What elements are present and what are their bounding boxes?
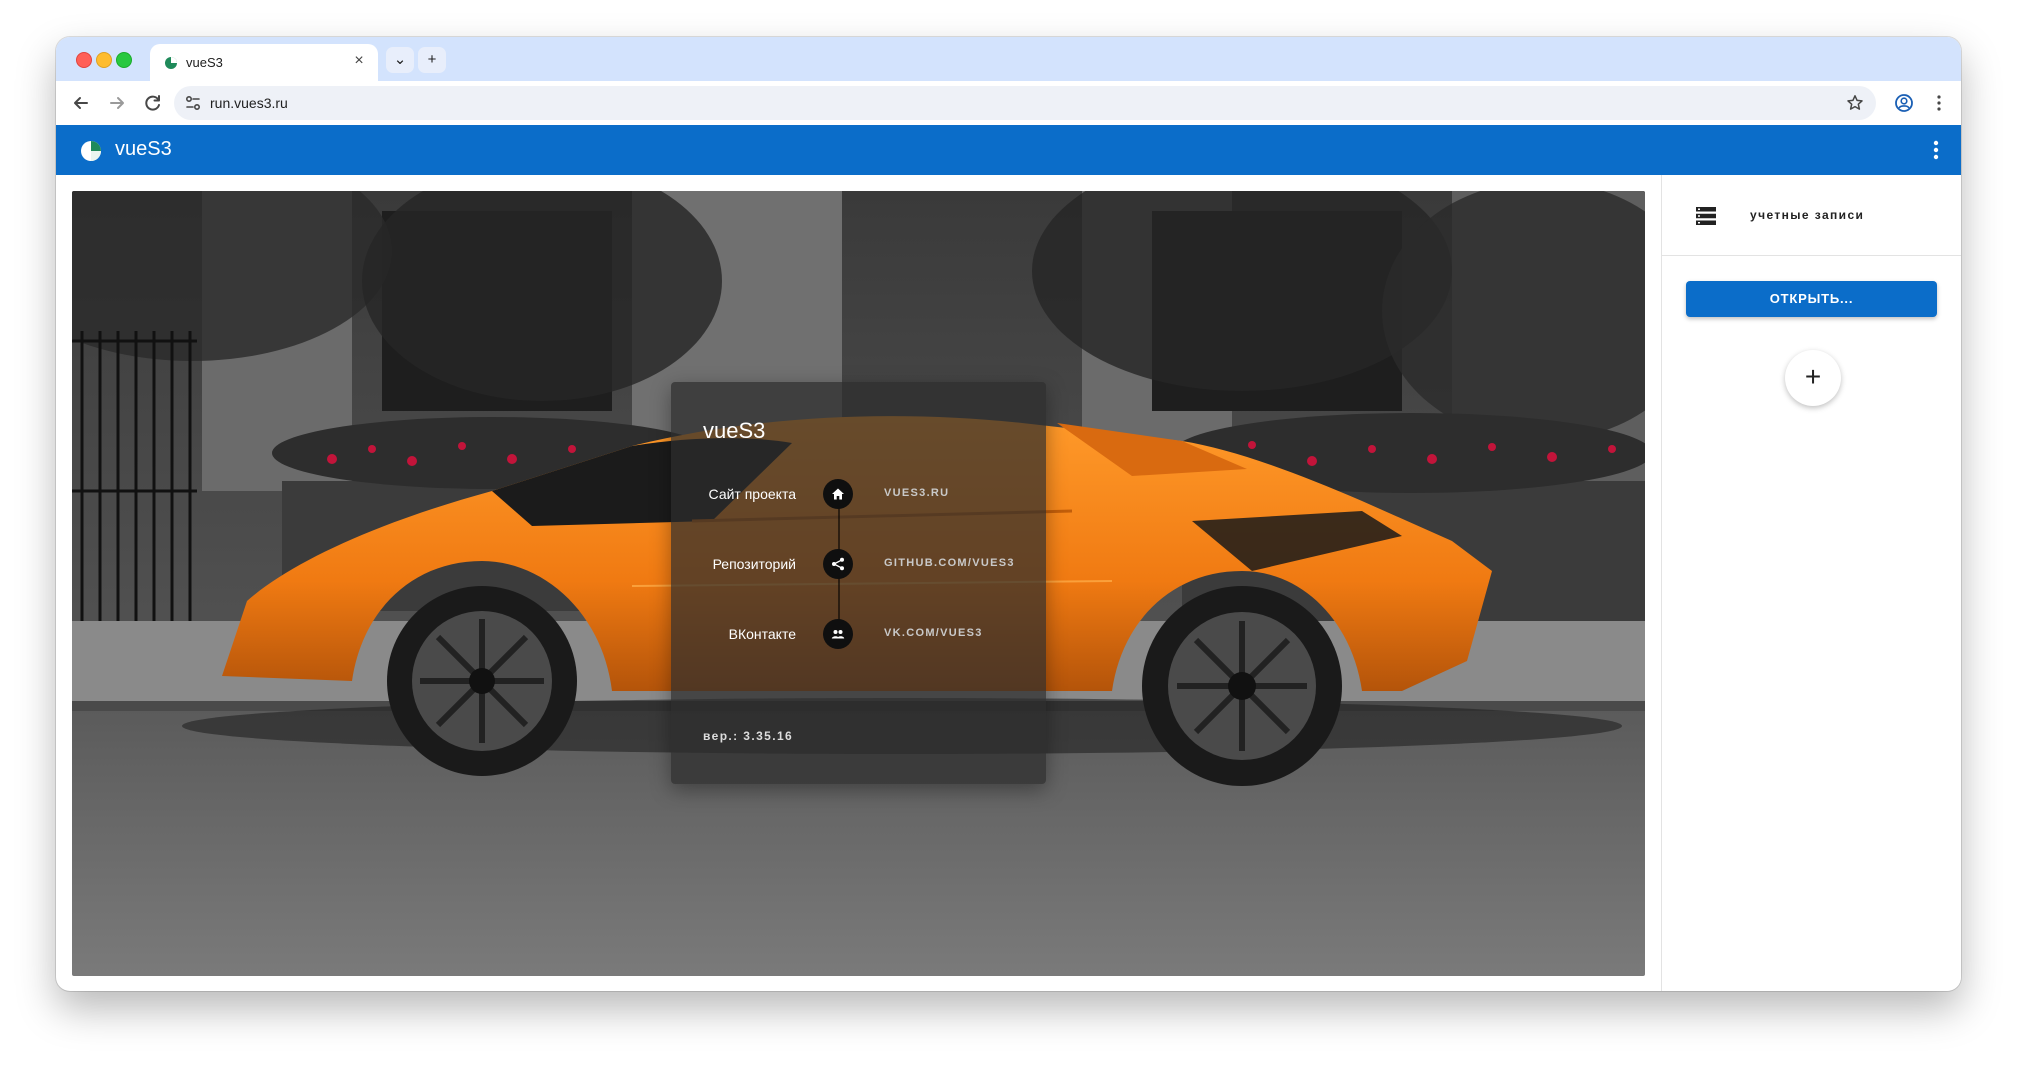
app-header: vueS3: [56, 125, 1961, 175]
project-site-link[interactable]: VUES3.RU: [884, 487, 949, 499]
forward-arrow-icon[interactable]: [106, 92, 128, 114]
bookmark-star-icon[interactable]: [1846, 94, 1864, 112]
tab-search-button[interactable]: ⌄: [386, 47, 414, 73]
repository-label: Репозиторий: [712, 556, 796, 572]
group-icon: [831, 630, 845, 639]
timeline-dot: [823, 619, 853, 649]
new-tab-button[interactable]: +: [418, 47, 446, 73]
vues3-logo-icon: [81, 141, 101, 161]
right-sidebar: учетные записи ОТКРЫТЬ... +: [1661, 175, 1961, 991]
vkontakte-row: ВКонтакте VK.COM/VUES3: [671, 618, 1046, 650]
vues3-favicon-icon: [165, 57, 177, 69]
address-bar[interactable]: run.vues3.ru: [174, 86, 1876, 120]
repository-link[interactable]: GITHUB.COM/VUES3: [884, 557, 1015, 569]
app-menu-icon[interactable]: [1933, 139, 1939, 161]
info-card: vueS3 Сайт проекта VUES3.RU Репозиторий: [671, 382, 1046, 784]
browser-toolbar: run.vues3.ru: [56, 81, 1961, 125]
minimize-window-button[interactable]: [96, 52, 112, 68]
tab-strip: vueS3 × ⌄ +: [56, 37, 1961, 81]
tab-title: vueS3: [186, 55, 223, 70]
version-text: вер.: 3.35.16: [703, 729, 794, 743]
accounts-header[interactable]: учетные записи: [1662, 175, 1961, 256]
url-text[interactable]: run.vues3.ru: [210, 95, 288, 111]
tab-vues3[interactable]: vueS3 ×: [150, 44, 378, 81]
project-site-row: Сайт проекта VUES3.RU: [671, 478, 1046, 510]
open-button[interactable]: ОТКРЫТЬ...: [1686, 281, 1937, 317]
timeline-dot: [823, 479, 853, 509]
accounts-label: учетные записи: [1750, 208, 1865, 222]
vkontakte-label: ВКонтакте: [728, 626, 796, 642]
storage-icon: [1696, 207, 1716, 225]
close-window-button[interactable]: [76, 52, 92, 68]
card-title: vueS3: [703, 418, 766, 443]
hero-image: vueS3 Сайт проекта VUES3.RU Репозиторий: [72, 191, 1645, 976]
timeline-dot: [823, 549, 853, 579]
share-icon: [832, 557, 844, 571]
reload-icon[interactable]: [142, 92, 164, 114]
app-title: vueS3: [115, 138, 172, 160]
project-site-label: Сайт проекта: [708, 486, 796, 502]
tab-close-icon[interactable]: ×: [350, 52, 368, 70]
site-info-icon[interactable]: [184, 94, 202, 112]
browser-window: vueS3 × ⌄ + run.vues3.ru vueS3 vueS3 Сай…: [56, 37, 1961, 991]
browser-menu-icon[interactable]: [1928, 92, 1950, 114]
home-icon: [832, 488, 844, 500]
profile-icon[interactable]: [1893, 92, 1915, 114]
back-arrow-icon[interactable]: [70, 92, 92, 114]
zoom-window-button[interactable]: [116, 52, 132, 68]
add-account-button[interactable]: +: [1785, 350, 1841, 406]
repository-row: Репозиторий GITHUB.COM/VUES3: [671, 548, 1046, 580]
vkontakte-link[interactable]: VK.COM/VUES3: [884, 627, 983, 639]
